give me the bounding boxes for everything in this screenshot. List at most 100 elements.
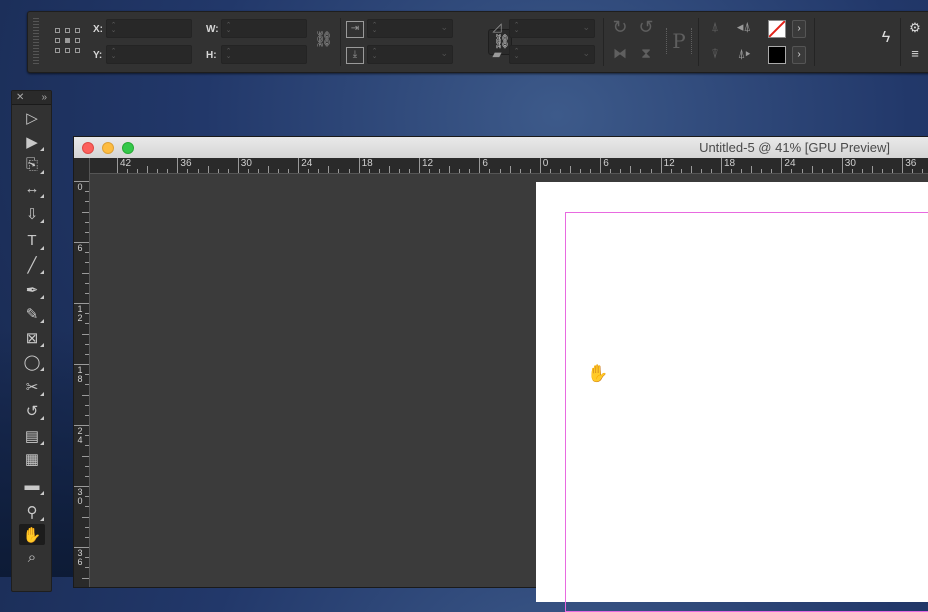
direct-selection-tool[interactable]: ▶ <box>19 131 45 152</box>
ruler-tick <box>479 158 481 173</box>
select-container-icon[interactable]: ⍋ <box>706 20 724 33</box>
horizontal-ruler[interactable]: 42 36 30 24 18 12 6 0 6 12 18 24 30 36 <box>90 158 928 174</box>
stepper-icon[interactable]: ⌃ ⌄ <box>371 22 378 34</box>
free-transform-tool[interactable]: ↺ <box>19 400 45 421</box>
quick-apply-icon[interactable]: ϟ <box>878 30 894 46</box>
line-tool[interactable]: ╱ <box>19 254 45 275</box>
scissors-tool[interactable]: ✂ <box>19 376 45 397</box>
rotate-counterclockwise-icon[interactable]: ↺ <box>636 18 656 36</box>
chevron-down-icon[interactable]: ⌄ <box>440 48 448 59</box>
chevron-down-icon[interactable]: ⌄ <box>440 22 448 33</box>
stepper-icon[interactable]: ⌃ ⌄ <box>371 48 378 60</box>
y-field[interactable]: ⌃ ⌄ <box>106 45 192 64</box>
vertical-ruler[interactable]: 0 6 12 18 24 30 36 <box>74 158 90 587</box>
ruler-tick <box>308 169 310 173</box>
none-swatch-icon <box>769 21 785 37</box>
ruler-tick <box>710 169 712 173</box>
ruler-tick <box>268 166 269 173</box>
ruler-label: 18 <box>724 158 736 169</box>
ruler-tick <box>721 158 722 173</box>
gradient-swatch-icon: ▤ <box>24 427 40 445</box>
stroke-menu-button[interactable]: › <box>792 46 806 64</box>
tool-group-indicator-icon <box>40 147 44 151</box>
ruler-tick <box>892 169 894 173</box>
stepper-icon[interactable]: ⌃ ⌄ <box>225 22 232 34</box>
close-icon[interactable]: ✕ <box>16 91 24 104</box>
type-tool[interactable]: T <box>19 230 45 251</box>
ruler-tick <box>197 169 199 173</box>
pen-icon: ✒ <box>25 281 39 299</box>
tools-panel-header: ✕ » <box>12 91 51 105</box>
ruler-tick <box>580 169 582 173</box>
ruler-tick <box>912 169 914 173</box>
ellipse-tool[interactable]: ◯ <box>19 351 45 372</box>
ruler-label: 0 <box>77 182 83 192</box>
ruler-tick <box>85 384 89 386</box>
scale-y-field[interactable]: ⌃ ⌄ ⌄ <box>367 45 453 64</box>
proxy-icon: P <box>666 28 692 54</box>
ruler-tick <box>801 169 803 173</box>
chevron-down-icon[interactable]: ⌄ <box>582 22 590 33</box>
ruler-tick <box>630 166 632 173</box>
ruler-tick <box>570 166 571 173</box>
tool-group-indicator-icon <box>40 219 44 223</box>
ruler-tick <box>328 166 330 173</box>
gear-icon[interactable]: ⚙ <box>908 21 922 34</box>
gradient-feather-tool[interactable]: ▦ <box>19 448 45 469</box>
rotate-clockwise-icon[interactable]: ↻ <box>610 18 630 36</box>
tool-group-indicator-icon <box>40 392 44 396</box>
pen-tool[interactable]: ✒ <box>19 279 45 300</box>
zoom-tool[interactable]: ⌕ <box>19 547 45 568</box>
select-content-icon[interactable]: ⍒ <box>706 47 724 60</box>
eyedropper-tool[interactable]: ⚲ <box>19 501 45 522</box>
ruler-tick <box>489 169 491 173</box>
select-previous-object-icon[interactable]: ◂⍋ <box>732 20 756 33</box>
x-field[interactable]: ⌃ ⌄ <box>106 19 192 38</box>
scale-x-field[interactable]: ⌃ ⌄ ⌄ <box>367 19 453 38</box>
tool-group-indicator-icon <box>40 270 44 274</box>
note-tool[interactable]: ▬ <box>19 475 45 496</box>
rotation-angle-field[interactable]: ⌃ ⌄ ⌄ <box>509 19 595 38</box>
stepper-icon[interactable]: ⌃ ⌄ <box>110 22 117 34</box>
gradient-swatch-tool[interactable]: ▤ <box>19 425 45 446</box>
ruler-tick <box>831 169 833 173</box>
selection-tool[interactable]: ▷ <box>19 107 45 128</box>
collapse-icon[interactable]: » <box>41 91 47 104</box>
ruler-tick <box>74 181 89 182</box>
flip-vertical-icon[interactable]: ⧗ <box>636 46 656 60</box>
rotation-angle-icon: ◿ <box>492 20 502 34</box>
stepper-icon[interactable]: ⌃ ⌄ <box>110 48 117 60</box>
ruler-label: 30 <box>240 158 252 169</box>
stepper-icon[interactable]: ⌃ ⌄ <box>513 22 520 34</box>
reference-point-icon[interactable] <box>55 28 81 54</box>
document-window: Untitled-5 @ 41% [GPU Preview] 42 36 30 24 1… <box>74 137 928 612</box>
tool-group-indicator-icon <box>40 170 44 174</box>
gap-tool[interactable]: ↔ <box>19 178 45 199</box>
page-tool[interactable]: ⎘ <box>19 154 45 175</box>
select-next-object-icon[interactable]: ⍋▸ <box>732 47 756 60</box>
stroke-swatch[interactable] <box>768 46 786 64</box>
flip-horizontal-icon[interactable]: ⧓ <box>610 46 630 60</box>
ruler-label: 6 <box>603 158 609 169</box>
ruler-tick <box>85 465 89 467</box>
hand-tool[interactable]: ✋ <box>19 524 45 545</box>
shear-angle-field[interactable]: ⌃ ⌄ ⌄ <box>509 45 595 64</box>
chevron-down-icon[interactable]: ⌄ <box>582 48 590 59</box>
ruler-tick <box>650 169 652 173</box>
ruler-tick <box>177 158 179 173</box>
fill-swatch[interactable] <box>768 20 786 38</box>
title-bar[interactable]: Untitled-5 @ 41% [GPU Preview] <box>74 137 928 159</box>
fill-menu-button[interactable]: › <box>792 20 806 38</box>
w-field[interactable]: ⌃ ⌄ <box>221 19 307 38</box>
stepper-icon[interactable]: ⌃ ⌄ <box>513 48 520 60</box>
panel-grip[interactable] <box>33 18 39 66</box>
constrain-proportions-icon[interactable]: ⛓ <box>314 32 333 47</box>
pencil-tool[interactable]: ✎ <box>19 303 45 324</box>
content-collector-tool[interactable]: ⇩ <box>19 203 45 224</box>
ruler-tick <box>85 282 89 284</box>
stepper-icon[interactable]: ⌃ ⌄ <box>225 48 232 60</box>
content-collector-icon: ⇩ <box>25 205 39 223</box>
rectangle-frame-tool[interactable]: ⊠ <box>19 327 45 348</box>
panel-menu-icon[interactable]: ≡ <box>908 47 922 60</box>
h-field[interactable]: ⌃ ⌄ <box>221 45 307 64</box>
